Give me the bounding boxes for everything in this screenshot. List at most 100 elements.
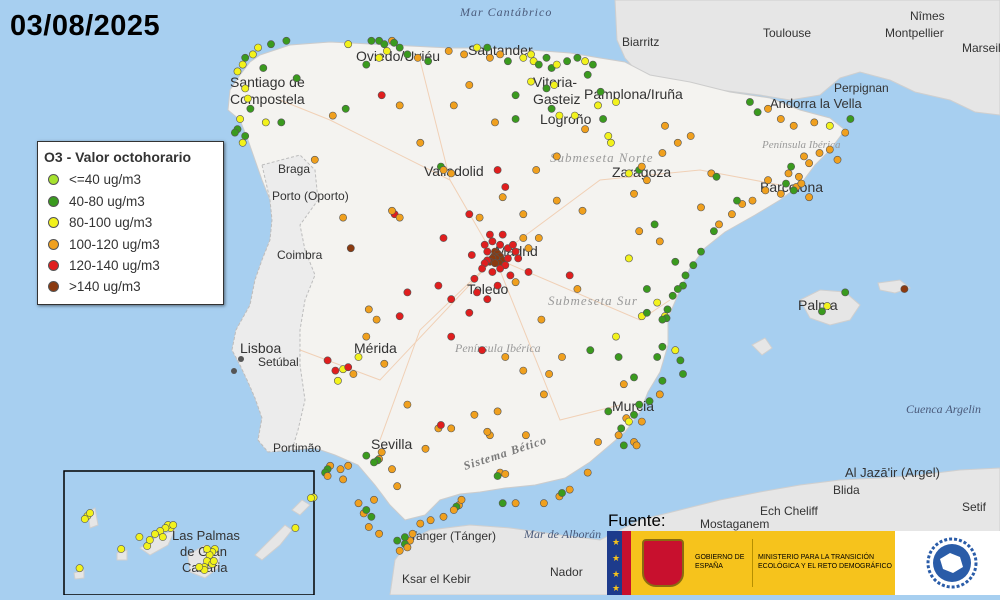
legend-label: 40-80 ug/m3 <box>69 193 145 209</box>
station-marker <box>323 472 332 480</box>
station-marker <box>145 536 154 544</box>
station-marker <box>524 244 533 253</box>
station-marker <box>509 240 517 249</box>
station-marker <box>550 81 559 89</box>
label-compostela: Compostela <box>230 91 305 107</box>
station-marker <box>589 60 597 69</box>
station-marker <box>291 524 300 532</box>
legend-item: 80-100 ug/m3 <box>48 212 152 232</box>
station-marker <box>496 264 504 273</box>
station-marker <box>596 87 605 96</box>
station-marker <box>158 533 167 541</box>
map-date: 03/08/2025 <box>10 10 161 42</box>
station-marker <box>465 81 474 89</box>
station-marker <box>364 305 373 314</box>
station-marker <box>689 261 698 270</box>
station-marker <box>519 366 528 375</box>
station-marker <box>715 220 723 229</box>
station-marker <box>470 410 479 419</box>
station-marker <box>135 533 144 541</box>
station-marker <box>643 308 651 317</box>
eu-flag-icon: ★ ★ ★ ★ <box>607 531 631 595</box>
station-marker <box>789 186 798 195</box>
station-marker <box>565 485 574 494</box>
station-marker <box>503 254 512 263</box>
station-marker <box>416 519 425 528</box>
station-marker <box>795 172 803 181</box>
station-marker <box>436 421 445 429</box>
station-marker <box>594 438 602 446</box>
station-marker <box>331 366 340 375</box>
station-marker <box>238 138 247 147</box>
station-marker <box>655 237 664 246</box>
station-marker <box>558 353 566 361</box>
station-marker <box>465 210 474 219</box>
station-marker <box>203 545 211 553</box>
label-montpellier: Montpellier <box>885 26 944 40</box>
station-marker <box>292 74 301 83</box>
station-marker <box>307 494 315 502</box>
station-marker <box>558 489 566 497</box>
station-marker <box>339 213 347 222</box>
station-marker <box>625 169 633 178</box>
station-marker <box>748 196 757 205</box>
station-marker <box>328 111 337 120</box>
station-marker <box>457 495 466 504</box>
station-marker <box>241 53 250 62</box>
label-de-gran: de Gran <box>180 544 227 559</box>
label-marseille: Marseil <box>962 41 1000 55</box>
station-marker <box>370 495 378 504</box>
station-marker <box>552 152 561 161</box>
star-icon: ★ <box>612 569 621 579</box>
station-marker <box>439 512 448 521</box>
station-marker <box>485 230 494 239</box>
label-submeseta-norte: Submeseta Norte <box>550 150 653 165</box>
legend-label: 120-140 ug/m3 <box>69 257 160 273</box>
station-marker <box>663 305 672 314</box>
station-marker <box>393 536 402 545</box>
city-dot-setubal <box>231 368 237 374</box>
station-marker <box>555 111 564 120</box>
station-marker <box>764 176 772 185</box>
station-marker <box>403 543 412 552</box>
station-marker <box>537 315 546 324</box>
station-marker <box>339 475 347 484</box>
station-marker <box>310 155 319 164</box>
station-marker <box>241 84 250 93</box>
legend-dot <box>48 280 59 292</box>
station-marker <box>547 104 556 113</box>
station-marker <box>673 285 682 293</box>
legend-dot <box>48 173 59 185</box>
legend-title: O3 - Valor octohorario <box>44 149 192 165</box>
label-biarritz: Biarritz <box>622 35 659 49</box>
label-palma: Palma <box>798 297 838 313</box>
station-marker <box>248 50 257 59</box>
station-marker <box>470 274 479 283</box>
station-marker <box>238 60 247 69</box>
station-marker <box>243 94 252 103</box>
ministry-text: MINISTERIO PARA LA TRANSICIÓN ECOLÓGICA … <box>758 554 892 570</box>
station-marker <box>673 138 682 147</box>
station-marker <box>493 166 502 174</box>
station-marker <box>612 98 620 106</box>
label-porto: Porto (Oporto) <box>272 189 349 203</box>
station-marker <box>354 499 363 508</box>
station-marker <box>563 57 571 66</box>
station-marker <box>632 441 641 450</box>
station-marker <box>753 108 762 117</box>
station-marker <box>810 118 819 127</box>
label-lisboa: Lisboa <box>240 340 281 356</box>
station-marker <box>503 57 512 66</box>
station-marker <box>493 472 502 480</box>
station-marker <box>483 43 492 52</box>
label-mar-alboran: Mar de Alborán <box>523 527 601 541</box>
station-marker <box>668 291 677 300</box>
station-marker <box>413 53 422 62</box>
station-marker <box>540 499 548 508</box>
label-setif: Setif <box>962 500 987 514</box>
legend: O3 - Valor octohorario <=40 ug/m3 40-80 … <box>37 141 224 305</box>
station-marker <box>833 155 842 164</box>
legend-label: <=40 ug/m3 <box>69 171 142 187</box>
station-marker <box>501 353 510 361</box>
source-label: Fuente: <box>608 511 666 530</box>
